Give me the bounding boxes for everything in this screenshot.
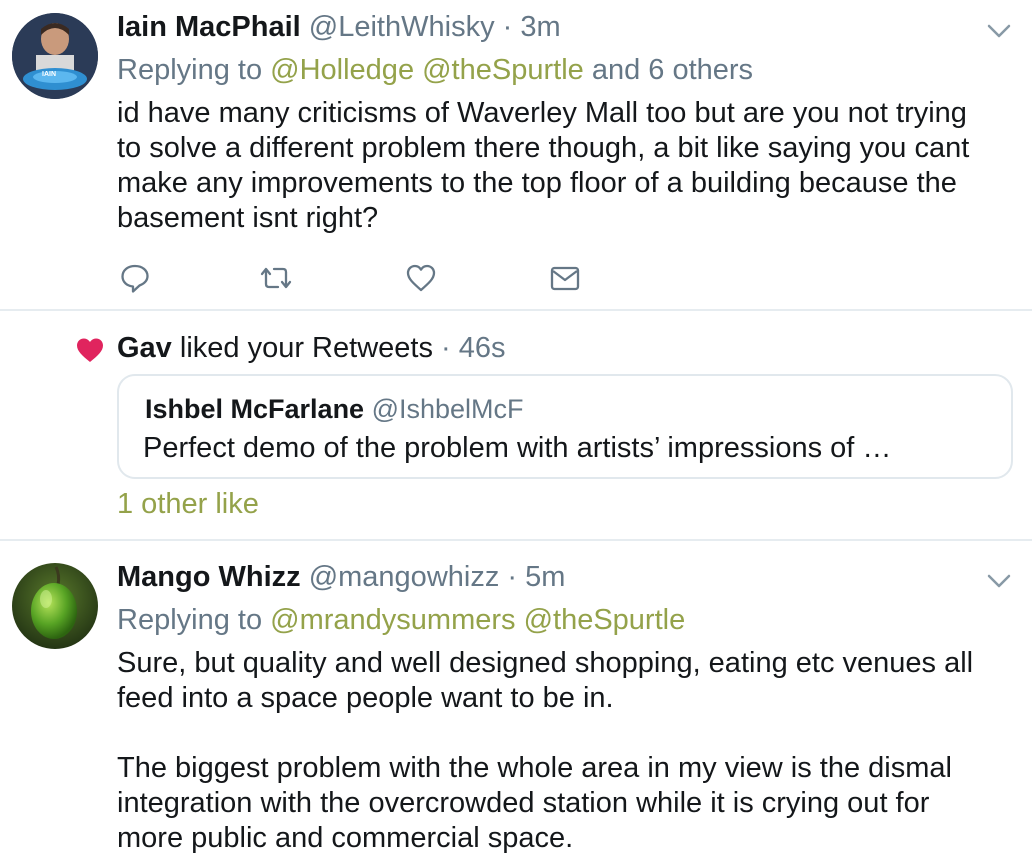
heart-icon — [77, 338, 103, 362]
user-handle[interactable]: @mangowhizz — [309, 561, 500, 593]
notification-timestamp: · 46s — [441, 332, 506, 364]
quoted-tweet-header: Ishbel McFarlane @IshbelMcF — [145, 393, 524, 425]
replying-to: Replying to @Holledge @theSpurtle and 6 … — [117, 53, 753, 87]
tweet-text: id have many criticisms of Waverley Mall… — [117, 97, 970, 234]
quoted-user-handle: @IshbelMcF — [371, 394, 524, 424]
tweet-iain-macphail[interactable]: IAIN Iain MacPhail @LeithWhisky · 3m Rep… — [0, 0, 1032, 308]
replying-to-others[interactable]: and 6 others — [592, 54, 753, 86]
avatar[interactable]: IAIN — [12, 13, 98, 99]
direct-message-icon[interactable] — [549, 262, 581, 294]
timestamp[interactable]: · 3m — [503, 11, 561, 43]
avatar-image — [12, 13, 98, 99]
user-handle[interactable]: @LeithWhisky — [309, 11, 495, 43]
chevron-down-icon[interactable] — [984, 16, 1014, 46]
tweet-header: Mango Whizz @mangowhizz · 5m — [117, 560, 565, 594]
quoted-display-name: Ishbel McFarlane — [145, 394, 365, 424]
notification-header: Gav liked your Retweets · 46s — [117, 331, 506, 365]
replying-to: Replying to @mrandysummers @theSpurtle — [117, 603, 685, 637]
timestamp[interactable]: · 5m — [507, 561, 565, 593]
replying-to-label: Replying to — [117, 604, 263, 636]
tweet-text: Sure, but quality and well designed shop… — [117, 647, 974, 854]
retweet-icon[interactable] — [260, 262, 292, 294]
display-name[interactable]: Mango Whizz — [117, 561, 301, 593]
avatar-badge: IAIN — [42, 71, 56, 78]
tweet-mango-whizz[interactable]: Mango Whizz @mangowhizz · 5m Replying to… — [0, 541, 1032, 866]
display-name[interactable]: Iain MacPhail — [117, 11, 301, 43]
quoted-tweet-text: Perfect demo of the problem with artists… — [143, 432, 892, 464]
avatar-image — [12, 563, 98, 649]
other-likes-link[interactable]: 1 other like — [117, 487, 259, 521]
replying-to-mentions[interactable]: @Holledge @theSpurtle — [270, 54, 584, 86]
liker-name[interactable]: Gav — [117, 332, 172, 364]
notification-text: liked your Retweets — [179, 332, 433, 364]
tweet-actions — [0, 262, 1032, 298]
like-icon[interactable] — [405, 262, 437, 294]
reply-icon[interactable] — [119, 262, 151, 294]
quoted-tweet-card[interactable]: Ishbel McFarlane @IshbelMcF Perfect demo… — [117, 374, 1013, 479]
tweet-header: Iain MacPhail @LeithWhisky · 3m — [117, 10, 561, 44]
replying-to-mentions[interactable]: @mrandysummers @theSpurtle — [270, 604, 685, 636]
chevron-down-icon[interactable] — [984, 566, 1014, 596]
replying-to-label: Replying to — [117, 54, 263, 86]
avatar[interactable] — [12, 563, 98, 649]
